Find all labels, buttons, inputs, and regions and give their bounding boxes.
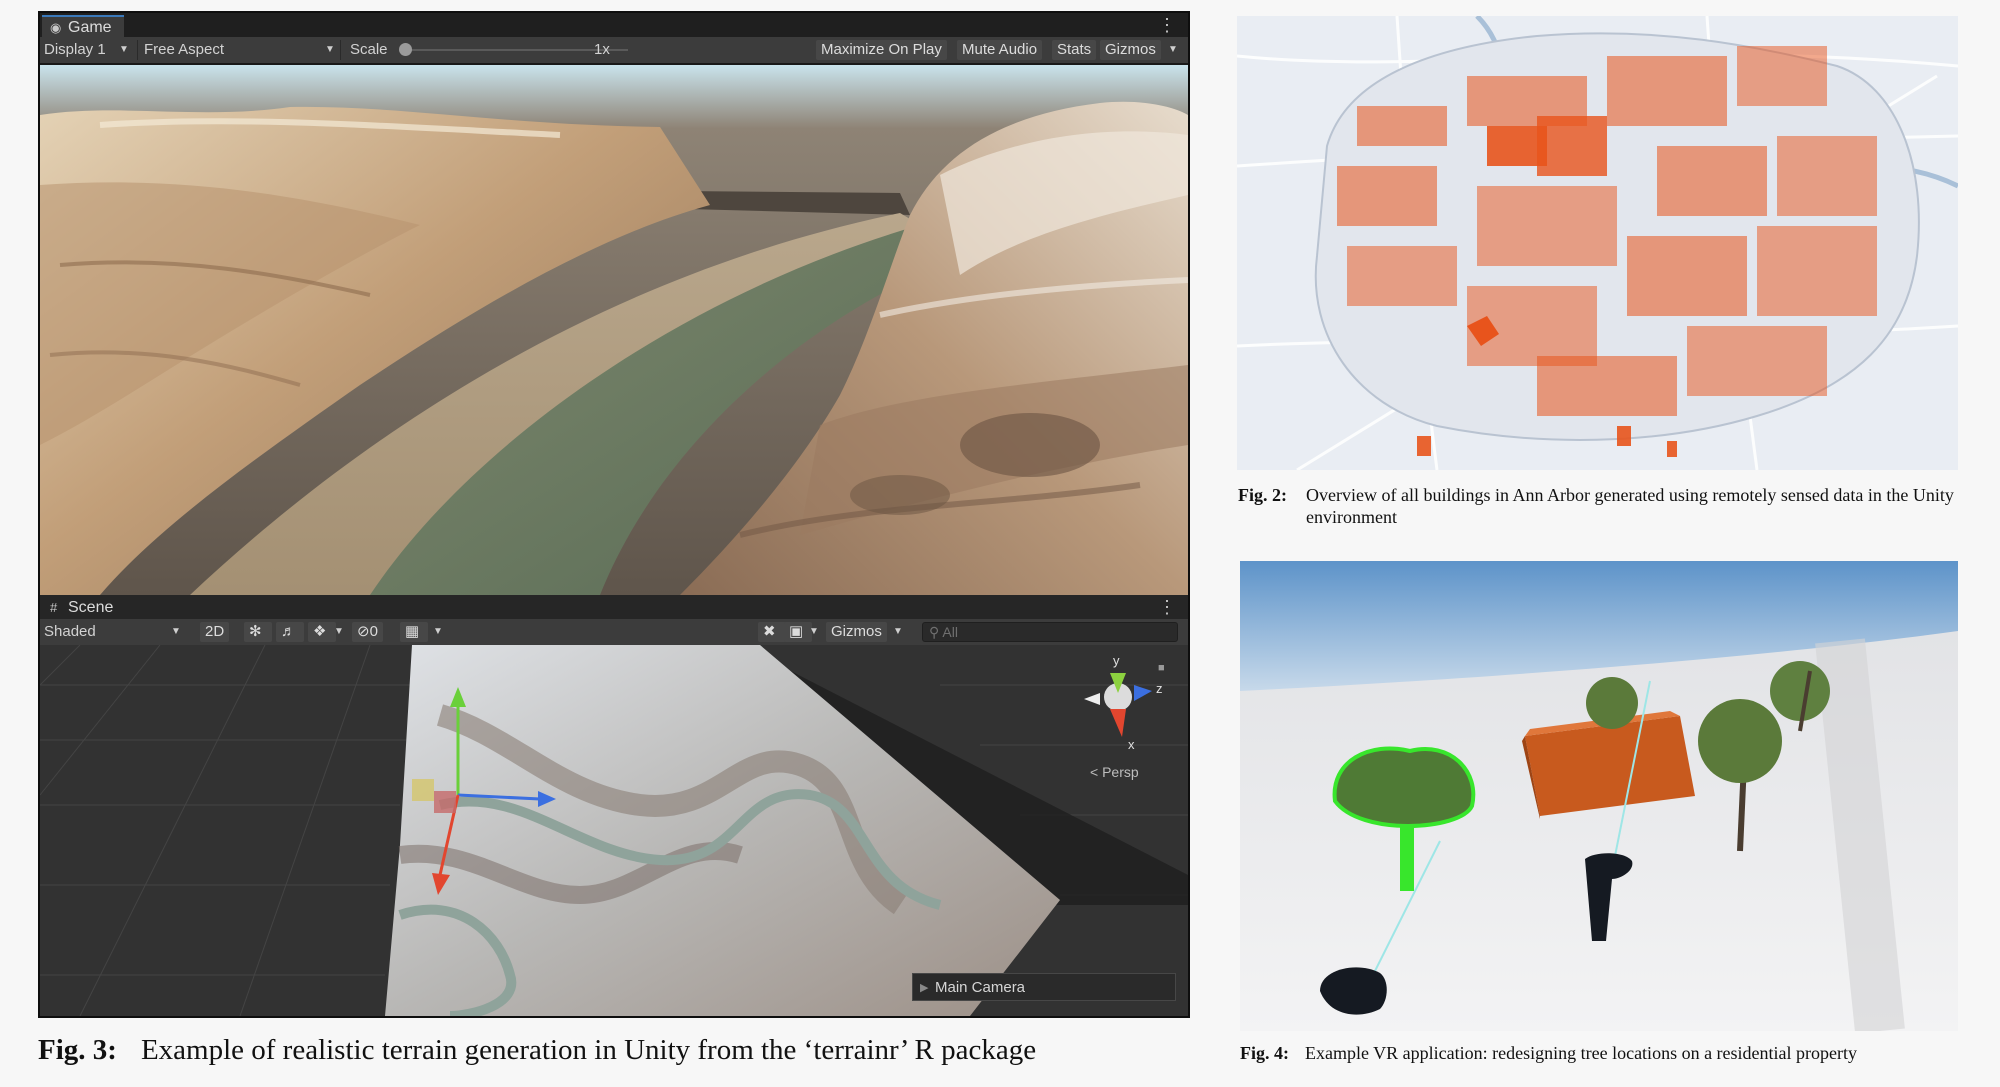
search-icon: ⚲: [929, 624, 943, 640]
fig3-caption: Fig. 3: Example of realistic terrain gene…: [38, 1034, 1036, 1067]
vr-scene-render: [1240, 561, 1958, 1031]
stats-button[interactable]: Stats: [1052, 40, 1097, 60]
aspect-chevron-down-icon[interactable]: ▼: [324, 37, 336, 63]
main-camera-overlay[interactable]: ▶ Main Camera: [912, 973, 1176, 1001]
maximize-on-play-button[interactable]: Maximize On Play: [816, 40, 947, 60]
gizmo-z-label: z: [1156, 681, 1163, 696]
fig2-number: Fig. 2:: [1238, 485, 1287, 505]
tab-scene-label: Scene: [68, 599, 114, 616]
scene-search-input[interactable]: ⚲ All: [922, 622, 1178, 642]
fig3-text: Example of realistic terrain generation …: [140, 1034, 1037, 1066]
scene-gizmos-chevron-down-icon[interactable]: ▼: [892, 619, 904, 645]
scene-view-viewport[interactable]: y z x < Persp ■ ▶ Main Camera: [40, 645, 1188, 1016]
fig2-caption: Fig. 2: Overview of all buildings in Ann…: [1238, 484, 1978, 528]
hidden-count: 0: [369, 623, 378, 640]
display-dropdown-label: Display 1: [44, 41, 106, 58]
camera-chevron-down-icon[interactable]: ▼: [808, 619, 820, 645]
scale-value: 1x: [594, 41, 610, 58]
aspect-dropdown[interactable]: Free Aspect: [144, 37, 224, 63]
fig4-number: Fig. 4:: [1240, 1043, 1289, 1063]
display-dropdown[interactable]: Display 1: [44, 37, 106, 63]
scene-toolbar: Shaded ▼ 2D ✻ ♬ ❖ ▼ ⊘0 ▦ ▼ ✖ ▣ ▼ Gizmos …: [40, 619, 1188, 645]
mute-audio-button[interactable]: Mute Audio: [957, 40, 1043, 60]
canyon-render-image: [40, 65, 1188, 595]
hidden-objects-toggle[interactable]: ⊘0: [352, 622, 383, 642]
lighting-icon[interactable]: ✻: [244, 622, 272, 642]
fig4-caption: Fig. 4: Example VR application: redesigni…: [1240, 1043, 1857, 1064]
fig4-text: Example VR application: redesigning tree…: [1305, 1043, 1858, 1063]
ann-arbor-map-render: [1237, 16, 1958, 470]
gizmos-button[interactable]: Gizmos: [1100, 40, 1161, 60]
persp-label[interactable]: < Persp: [1090, 764, 1139, 780]
mode-2d-button[interactable]: 2D: [200, 622, 230, 642]
scene-more-options-icon[interactable]: ⋮: [1158, 597, 1176, 617]
main-camera-label: Main Camera: [935, 979, 1026, 996]
game-more-options-icon[interactable]: ⋮: [1158, 15, 1176, 35]
shading-chevron-down-icon[interactable]: ▼: [170, 619, 182, 645]
shading-dropdown[interactable]: Shaded: [44, 619, 96, 645]
eye-slash-icon: ⊘: [357, 623, 370, 640]
aspect-dropdown-label: Free Aspect: [144, 41, 225, 58]
game-toolbar: Display 1 ▼ Free Aspect ▼ Scale 1x Maxim…: [40, 37, 1188, 63]
tab-game[interactable]: ◉ Game: [42, 15, 124, 37]
scene-tab-bar: # Scene ⋮: [40, 595, 1188, 619]
scale-label: Scale: [350, 41, 388, 58]
fig2-buildings-map: [1237, 16, 1958, 470]
fig3-number: Fig. 3:: [38, 1034, 117, 1066]
game-tab-bar: ◉ Game ⋮: [40, 13, 1188, 37]
scale-slider-handle[interactable]: [399, 43, 412, 56]
tab-game-label: Game: [68, 19, 112, 36]
effects-chevron-down-icon[interactable]: ▼: [333, 619, 345, 645]
grid-snap-icon[interactable]: ▦: [400, 622, 428, 642]
audio-icon[interactable]: ♬: [276, 622, 304, 642]
shading-dropdown-label: Shaded: [44, 623, 96, 640]
lock-icon[interactable]: ■: [1158, 662, 1165, 674]
grid-icon: #: [50, 600, 58, 615]
game-view-canvyon-render[interactable]: [40, 65, 1188, 595]
search-placeholder: All: [942, 624, 958, 640]
fig2-text: Overview of all buildings in Ann Arbor g…: [1306, 485, 1954, 527]
divider: [340, 40, 341, 60]
display-chevron-down-icon[interactable]: ▼: [118, 37, 130, 63]
gamepad-icon: ◉: [50, 20, 62, 35]
scene-render: y z x < Persp ■: [40, 645, 1188, 1016]
tab-scene[interactable]: # Scene: [42, 597, 126, 619]
orientation-gizmo: y z x < Persp ■: [1084, 653, 1165, 780]
divider: [137, 40, 138, 60]
effects-icon[interactable]: ❖: [308, 622, 336, 642]
tools-icon[interactable]: ✖: [758, 622, 786, 642]
gizmo-x-label: x: [1128, 737, 1135, 752]
tree-behind-house: [1586, 677, 1638, 729]
gizmos-chevron-down-icon[interactable]: ▼: [1167, 37, 1179, 63]
gizmo-y-label: y: [1113, 653, 1120, 668]
scene-gizmos-button[interactable]: Gizmos: [826, 622, 887, 642]
grid-chevron-down-icon[interactable]: ▼: [432, 619, 444, 645]
expand-triangle-icon: ▶: [920, 982, 929, 994]
unity-editor-window: ◉ Game ⋮ Display 1 ▼ Free Aspect ▼ Scale …: [38, 11, 1190, 1018]
fig4-vr-scene: [1240, 561, 1958, 1031]
